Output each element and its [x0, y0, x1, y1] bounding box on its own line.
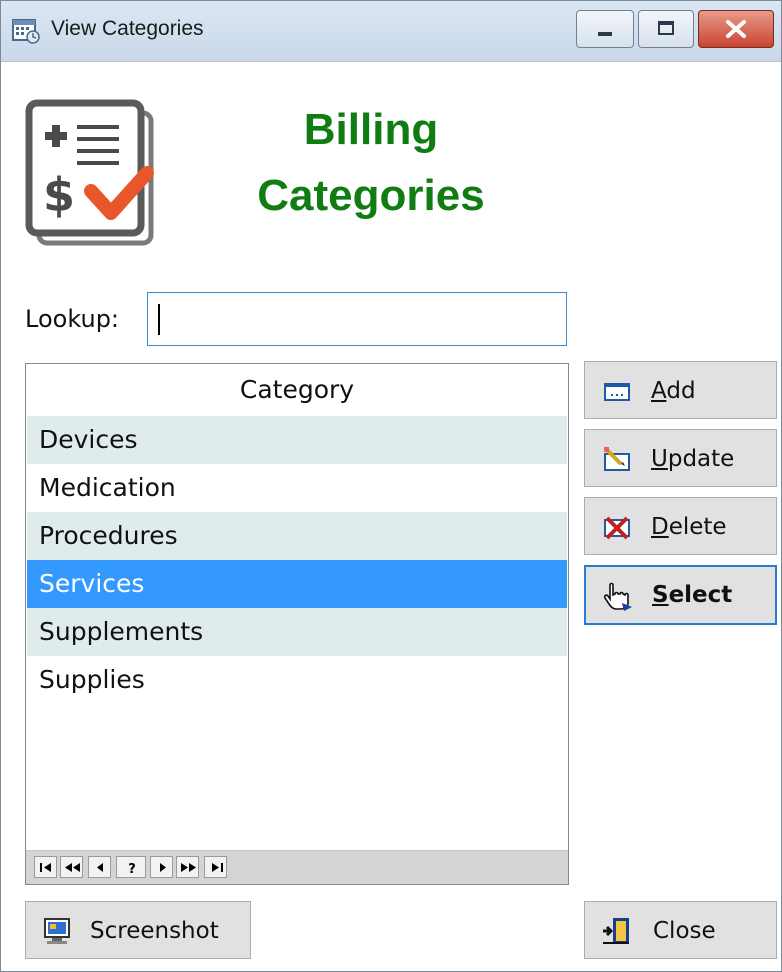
text-caret [158, 304, 160, 335]
list-item[interactable]: Procedures [27, 512, 567, 560]
minimize-icon [598, 32, 612, 36]
close-button[interactable]: Close [584, 901, 777, 959]
delete-record-icon [604, 516, 630, 540]
first-record-button[interactable] [34, 856, 57, 878]
record-navigation-bar: ? [26, 850, 568, 884]
exit-door-icon [603, 918, 629, 944]
list-item[interactable]: Devices [27, 416, 567, 464]
list-item[interactable]: Medication [27, 464, 567, 512]
delete-label: elete [668, 514, 727, 540]
page-title: Billing Categories [231, 97, 511, 229]
select-mnemonic: S [652, 582, 669, 608]
update-button[interactable]: Update [584, 429, 777, 487]
previous-page-button[interactable] [60, 856, 83, 878]
monitor-icon [44, 918, 70, 944]
title-bar[interactable]: View Categories [1, 1, 781, 62]
last-record-icon [212, 863, 223, 872]
previous-page-icon [65, 863, 80, 872]
next-page-icon [181, 863, 196, 872]
svg-text:$: $ [43, 168, 75, 222]
add-label: dd [666, 378, 696, 404]
add-record-icon [604, 383, 630, 401]
delete-mnemonic: D [651, 514, 669, 540]
page-title-line-1: Billing [303, 105, 439, 154]
update-label: pdate [667, 446, 735, 472]
next-page-button[interactable] [176, 856, 199, 878]
window-title: View Categories [51, 17, 204, 40]
next-record-button[interactable] [150, 856, 173, 878]
column-header-category[interactable]: Category [26, 364, 568, 416]
page-title-line-2: Categories [257, 171, 485, 220]
lookup-label: Lookup: [25, 305, 120, 333]
find-record-button[interactable]: ? [116, 856, 146, 878]
first-record-icon [40, 863, 51, 872]
hand-pointer-icon [603, 582, 632, 611]
close-icon [726, 20, 746, 38]
add-mnemonic: A [651, 378, 667, 404]
last-record-button[interactable] [204, 856, 227, 878]
screenshot-button[interactable]: Screenshot [25, 901, 251, 959]
minimize-button[interactable] [576, 10, 634, 48]
close-window-button[interactable] [698, 10, 774, 48]
maximize-button[interactable] [638, 10, 694, 48]
svg-text:?: ? [128, 862, 136, 877]
previous-record-button[interactable] [88, 856, 111, 878]
update-mnemonic: U [651, 446, 668, 472]
delete-button[interactable]: Delete [584, 497, 777, 555]
select-button[interactable]: Select [584, 565, 777, 625]
close-label: Close [653, 918, 716, 944]
list-item-selected[interactable]: Services [27, 560, 567, 608]
add-button[interactable]: Add [584, 361, 777, 419]
previous-record-icon [97, 863, 103, 872]
calendar-app-icon [12, 19, 40, 44]
screenshot-label: Screenshot [90, 918, 219, 944]
find-record-icon: ? [128, 862, 136, 877]
maximize-icon [658, 21, 674, 35]
list-item[interactable]: Supplements [27, 608, 567, 656]
select-label: elect [668, 582, 733, 608]
lookup-input[interactable] [147, 292, 567, 346]
edit-record-icon [604, 447, 630, 471]
category-list[interactable]: Category Devices Medication Procedures S… [25, 363, 569, 885]
list-item[interactable]: Supplies [27, 656, 567, 704]
next-record-icon [160, 863, 166, 872]
billing-list-icon: $ [25, 99, 154, 246]
view-categories-window: View Categories $ Billing Categories Loo… [0, 0, 782, 972]
